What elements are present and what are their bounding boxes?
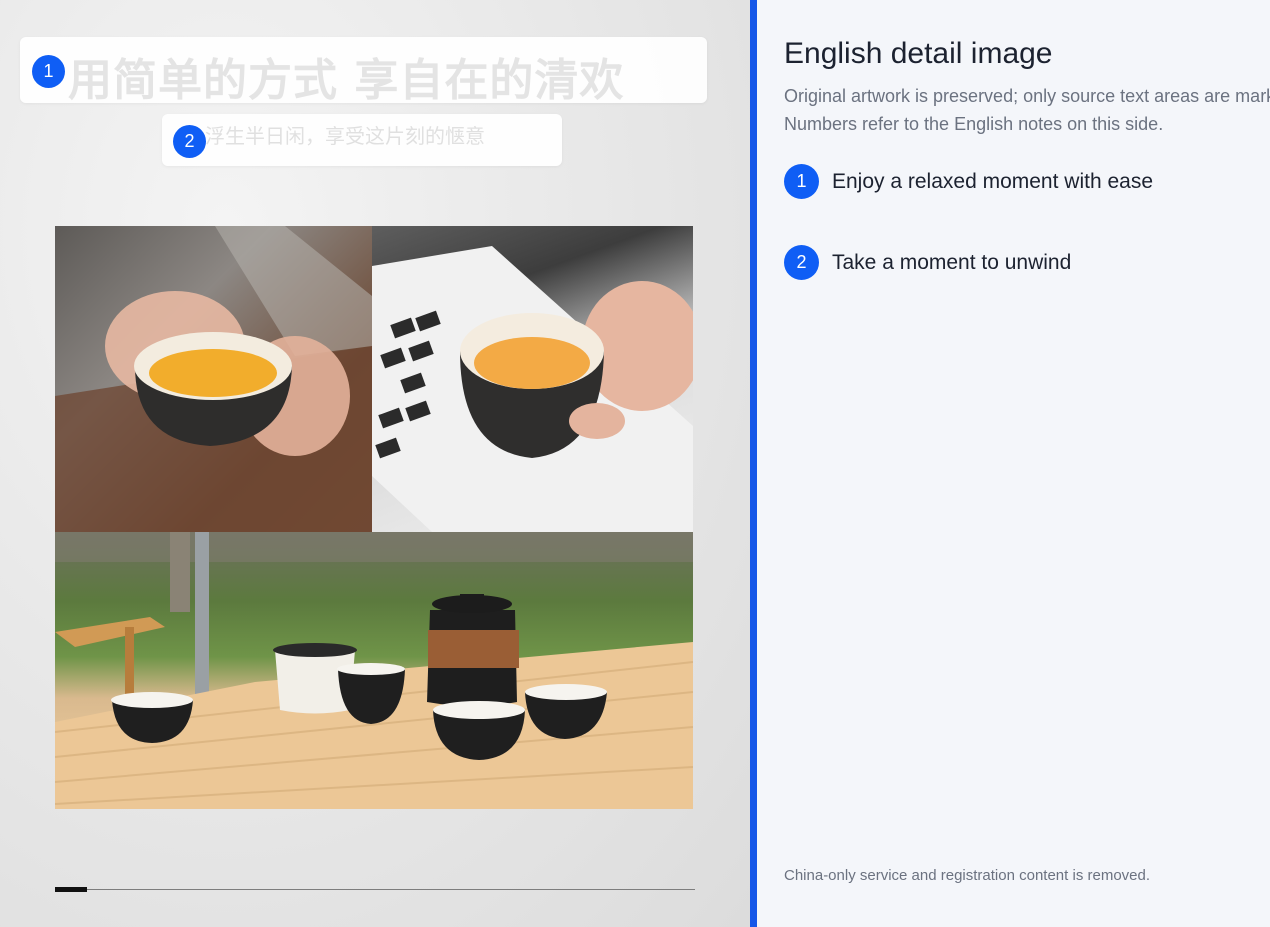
photo-tea-set-outdoors-illustration — [55, 532, 693, 809]
carousel-progress-track — [55, 889, 695, 890]
notes-subtitle: Original artwork is preserved; only sour… — [784, 82, 1270, 138]
notes-title: English detail image — [784, 37, 1053, 70]
note-item-1: 1 Enjoy a relaxed moment with ease — [784, 164, 1153, 199]
carousel-progress-thumb[interactable] — [55, 887, 87, 892]
note-item-2: 2 Take a moment to unwind — [784, 245, 1071, 280]
photo-tea-set-outdoors — [55, 532, 693, 809]
photo-cup-over-laptop — [372, 226, 693, 532]
note-number-badge: 2 — [784, 245, 819, 280]
note-text: Enjoy a relaxed moment with ease — [832, 169, 1153, 193]
notes-subtitle-line-1: Original artwork is preserved; only sour… — [784, 86, 1270, 106]
english-notes-panel: English detail image Original artwork is… — [757, 0, 1270, 927]
photo-hands-holding-cup-illustration — [55, 226, 372, 532]
note-number-badge: 1 — [784, 164, 819, 199]
marker-1: 1 — [32, 55, 65, 88]
marker-2: 2 — [173, 125, 206, 158]
detail-artwork: 用简单的方式 享自在的清欢 1 浮生半日闲，享受这片刻的惬意 2 — [0, 0, 750, 927]
panel-divider — [750, 0, 757, 927]
note-text: Take a moment to unwind — [832, 250, 1072, 274]
notes-footer: China-only service and registration cont… — [784, 867, 1151, 884]
source-text-1: 用简单的方式 享自在的清欢 — [68, 55, 625, 106]
source-text-2: 浮生半日闲，享受这片刻的惬意 — [205, 124, 485, 148]
notes-subtitle-line-2: Numbers refer to the English notes on th… — [784, 114, 1164, 134]
photo-cup-over-laptop-illustration — [372, 246, 693, 532]
photo-hands-holding-cup — [55, 226, 372, 532]
